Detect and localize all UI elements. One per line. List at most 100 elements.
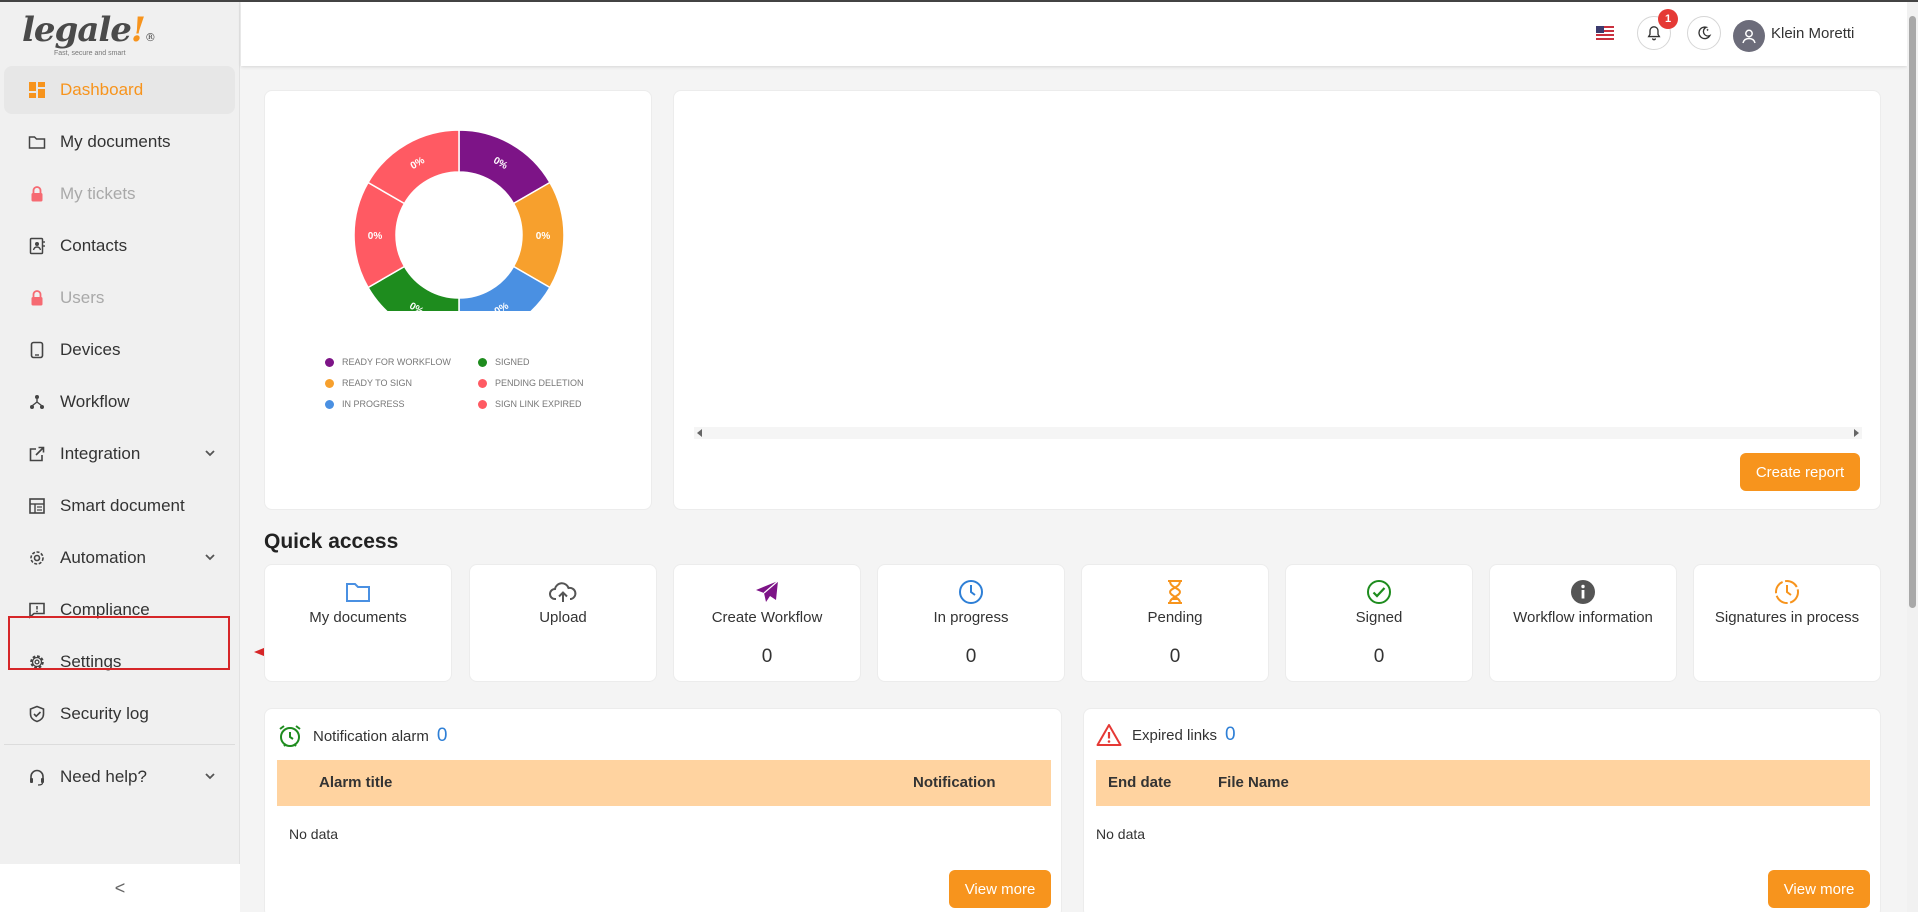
- sidebar-item-label: Contacts: [60, 236, 128, 255]
- empty-state-text: No data: [1096, 826, 1146, 842]
- quick-access-upload[interactable]: Upload: [469, 564, 657, 682]
- sidebar-item-integration[interactable]: Integration: [4, 430, 235, 478]
- chart-horizontal-scrollbar[interactable]: [694, 427, 1862, 439]
- view-more-button[interactable]: View more: [1768, 870, 1870, 908]
- brand-logo[interactable]: legale!® Fast, secure and smart: [0, 2, 239, 66]
- legend-dot: [325, 399, 334, 409]
- scroll-right-icon[interactable]: [1852, 429, 1860, 437]
- warning-icon: [1096, 724, 1122, 746]
- sidebar-item-my-documents[interactable]: My documents: [4, 118, 235, 166]
- empty-state-text: No data: [289, 826, 339, 842]
- panel-count: 0: [1225, 724, 1236, 745]
- sidebar-item-contacts[interactable]: Contacts: [4, 222, 235, 270]
- sidebar-item-security-log[interactable]: Security log: [4, 690, 235, 738]
- sidebar-item-label: Automation: [60, 548, 146, 567]
- sidebar-item-label: Workflow: [60, 392, 130, 411]
- lock-icon: [28, 185, 46, 203]
- external-link-icon: [28, 445, 46, 463]
- column-header-alarm-title[interactable]: Alarm title: [319, 774, 392, 791]
- page-scrollbar[interactable]: [1907, 2, 1918, 912]
- sidebar-item-label: Need help?: [60, 767, 147, 786]
- chevron-down-icon[interactable]: [203, 550, 217, 564]
- chevron-left-icon: <: [114, 877, 126, 898]
- sidebar: legale!® Fast, secure and smart Dashboar…: [0, 2, 240, 912]
- sidebar-item-my-tickets[interactable]: My tickets: [4, 170, 235, 218]
- quick-access-in-progress[interactable]: In progress 0: [877, 564, 1065, 682]
- avatar[interactable]: [1733, 20, 1765, 52]
- hourglass-icon: [1082, 579, 1268, 605]
- report-chart-card: 0 Create report: [673, 90, 1881, 510]
- sidebar-item-label: Security log: [60, 704, 149, 723]
- document-status-chart-card: 0% 0% 0% 0% 0% 0% READY FOR WORKFLOW READY TO…: [264, 90, 652, 510]
- contacts-icon: [28, 237, 46, 255]
- legend-dot: [325, 378, 334, 388]
- device-icon: [28, 341, 46, 359]
- sidebar-item-users[interactable]: Users: [4, 274, 235, 322]
- clock-icon: [878, 579, 1064, 605]
- quick-access-signed[interactable]: Signed 0: [1285, 564, 1473, 682]
- workflow-icon: [28, 393, 46, 411]
- view-more-button[interactable]: View more: [949, 870, 1051, 908]
- cloud-upload-icon: [470, 579, 656, 605]
- sidebar-item-label: Devices: [60, 340, 121, 359]
- donut-slice-label: 0%: [536, 231, 551, 242]
- dashboard-icon: [28, 81, 46, 99]
- sidebar-item-workflow[interactable]: Workflow: [4, 378, 235, 426]
- sidebar-item-devices[interactable]: Devices: [4, 326, 235, 374]
- chevron-down-icon[interactable]: [203, 446, 217, 460]
- panel-header: Notification alarm 0: [277, 723, 447, 749]
- automation-gear-icon: [28, 549, 46, 567]
- column-header-notification[interactable]: Notification: [913, 774, 996, 791]
- legend-item[interactable]: SIGNED: [478, 357, 530, 367]
- quick-access-pending[interactable]: Pending 0: [1081, 564, 1269, 682]
- table-header: Alarm title Notification: [277, 760, 1051, 806]
- sidebar-item-label: My tickets: [60, 184, 136, 203]
- bell-icon: [1647, 26, 1661, 41]
- sidebar-collapse-button[interactable]: <: [0, 864, 240, 912]
- scroll-left-icon[interactable]: [696, 429, 704, 437]
- quick-access-my-documents[interactable]: My documents: [264, 564, 452, 682]
- lock-icon: [28, 289, 46, 307]
- scrollbar-thumb[interactable]: [1909, 16, 1916, 608]
- sidebar-item-smart-document[interactable]: Smart document: [4, 482, 235, 530]
- column-header-end-date[interactable]: End date: [1108, 774, 1171, 791]
- smart-document-icon: [28, 497, 46, 515]
- sidebar-item-need-help[interactable]: Need help?: [4, 753, 235, 801]
- quick-access-workflow-information[interactable]: Workflow information: [1489, 564, 1677, 682]
- legend-item[interactable]: SIGN LINK EXPIRED: [478, 399, 582, 409]
- quick-access-signatures-in-process[interactable]: Signatures in process: [1693, 564, 1881, 682]
- folder-icon: [265, 579, 451, 605]
- headset-icon: [28, 768, 46, 786]
- us-flag-icon[interactable]: [1596, 26, 1614, 40]
- sidebar-divider: [4, 744, 235, 745]
- donut-slice-label: 0%: [368, 231, 383, 242]
- panel-title: Expired links: [1132, 726, 1218, 744]
- user-icon: [1742, 29, 1756, 44]
- legend-item[interactable]: PENDING DELETION: [478, 378, 584, 388]
- column-header-file-name[interactable]: File Name: [1218, 774, 1289, 791]
- legend-item[interactable]: READY TO SIGN: [325, 378, 412, 388]
- moon-icon: [1698, 26, 1712, 40]
- quick-access-title: Quick access: [264, 530, 399, 553]
- legend-dot: [478, 399, 487, 409]
- sidebar-item-dashboard[interactable]: Dashboard: [4, 66, 235, 114]
- sidebar-item-label: Dashboard: [60, 80, 144, 99]
- top-bar: 1 Klein Moretti: [241, 2, 1907, 66]
- panel-header: Expired links 0: [1096, 723, 1236, 747]
- notification-alarm-panel: Notification alarm 0 Alarm title Notific…: [264, 708, 1062, 912]
- donut-chart: 0%0%0%0%0%0%: [353, 129, 565, 311]
- user-name[interactable]: Klein Moretti: [1771, 25, 1854, 42]
- dark-mode-toggle[interactable]: [1687, 16, 1721, 50]
- quick-access-create-workflow[interactable]: Create Workflow 0: [673, 564, 861, 682]
- sidebar-nav: Dashboard My documents My tickets Contac…: [0, 66, 239, 801]
- create-report-button[interactable]: Create report: [1740, 453, 1860, 491]
- chevron-down-icon[interactable]: [203, 769, 217, 783]
- shield-icon: [28, 705, 46, 723]
- settings-highlight-box: [8, 616, 230, 670]
- report-chart: 0: [674, 91, 1882, 391]
- sidebar-item-label: Smart document: [60, 496, 185, 515]
- alarm-clock-icon: [279, 725, 301, 747]
- legend-item[interactable]: READY FOR WORKFLOW: [325, 357, 451, 367]
- legend-item[interactable]: IN PROGRESS: [325, 399, 405, 409]
- sidebar-item-automation[interactable]: Automation: [4, 534, 235, 582]
